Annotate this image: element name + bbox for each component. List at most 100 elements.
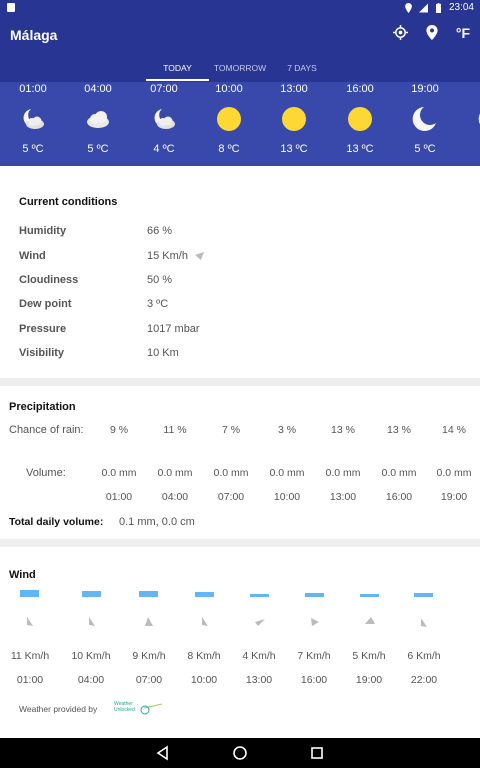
current-conditions-title: Current conditions (19, 196, 118, 208)
humidity-value: 66 % (147, 225, 173, 237)
moon-cloud-icon (154, 109, 175, 129)
wind-speed-cell: 8 Km/h (187, 650, 221, 662)
visibility-value: 10 Km (147, 347, 179, 359)
wind-speed-bar (250, 594, 269, 597)
hourly-temp: 4 ºC (153, 143, 175, 155)
volume-cell: 0.0 mm (269, 467, 305, 479)
chance-cell: 14 % (442, 424, 466, 436)
volume-cell: 0.0 mm (436, 467, 472, 479)
tab-today[interactable]: TODAY (146, 63, 209, 73)
wind-title: Wind (9, 569, 36, 581)
provider-label: Weather provided by (19, 704, 98, 714)
weather-unlocked-logo[interactable]: Weather Unlocked (114, 698, 164, 718)
hourly-temp: 5 ºC (414, 143, 436, 155)
wind-speed-cell: 11 Km/h (10, 650, 50, 662)
wind-speed-bar (20, 590, 39, 597)
hourly-time: 19:00 (411, 83, 439, 95)
wind-time-cell: 04:00 (77, 674, 105, 686)
time-cell: 04:00 (161, 491, 189, 503)
home-icon[interactable] (232, 745, 248, 761)
time-cell: 16:00 (385, 491, 413, 503)
crosshair-icon (392, 25, 408, 40)
wind-speed-cell: 4 Km/h (242, 650, 276, 662)
app-bar: Málaga °F (0, 16, 480, 60)
cloudiness-label: Cloudiness (19, 274, 79, 286)
wind-arrow-icon (145, 617, 153, 626)
wind-arrow-icon (255, 619, 265, 626)
hourly-time: 10:00 (215, 83, 243, 95)
hourly-time: 07:00 (150, 83, 178, 95)
volume-cell: 0.0 mm (101, 467, 137, 479)
hourly-time: 16:00 (346, 83, 374, 95)
wind-speed-bar (414, 593, 433, 597)
navigation-bar (0, 738, 480, 768)
hourly-temp: 8 ºC (218, 143, 240, 155)
chance-cell: 9 % (109, 424, 129, 436)
my-location-button[interactable] (392, 24, 409, 41)
wind-card: Wind 11 Km/h 10 Km/h 9 Km/h 8 Km/h 4 Km/… (0, 547, 480, 738)
wind-speed-bar (360, 594, 379, 597)
time-cell: 10:00 (273, 491, 301, 503)
battery-icon (435, 2, 441, 13)
tab-indicator (146, 79, 209, 81)
pick-location-button[interactable] (424, 24, 441, 41)
wind-arrow-icon (89, 617, 95, 626)
hourly-time: 04:00 (84, 83, 112, 95)
map-pin-icon (426, 25, 438, 40)
signal-icon (418, 3, 428, 12)
hourly-time: 01:00 (19, 83, 47, 95)
wind-arrow-icon (365, 617, 375, 624)
sun-icon (282, 107, 306, 131)
chance-of-rain-label: Chance of rain: (9, 424, 84, 436)
volume-cell: 0.0 mm (213, 467, 249, 479)
wind-arrow-icon (202, 617, 208, 626)
visibility-label: Visibility (19, 347, 65, 359)
wind-arrow-icon (27, 617, 33, 626)
tab-bar: TODAY TOMORROW 7 DAYS (0, 60, 480, 82)
volume-label: Volume: (26, 467, 66, 479)
wind-speed-bar (82, 591, 101, 597)
tab-7-days[interactable]: 7 DAYS (281, 63, 323, 73)
unit-toggle-button[interactable]: °F (456, 24, 470, 41)
wind-time-cell: 10:00 (190, 674, 218, 686)
wind-time-cell: 22:00 (410, 674, 438, 686)
tab-tomorrow[interactable]: TOMORROW (211, 63, 269, 73)
chance-cell: 3 % (277, 424, 297, 436)
time-cell: 13:00 (329, 491, 357, 503)
status-bar: 23:04 (0, 0, 480, 16)
moon-icon (412, 107, 436, 131)
chance-cell: 13 % (387, 424, 411, 436)
wind-speed-bar (195, 592, 214, 597)
wind-time-cell: 07:00 (135, 674, 163, 686)
wind-time-cell: 13:00 (245, 674, 273, 686)
time-cell: 01:00 (105, 491, 133, 503)
sun-icon (217, 107, 241, 131)
hourly-time: 13:00 (280, 83, 308, 95)
pressure-value: 1017 mbar (147, 323, 200, 335)
back-icon[interactable] (155, 745, 171, 761)
cloud-icon (87, 111, 109, 128)
volume-cell: 0.0 mm (325, 467, 361, 479)
wind-value: 15 Km/h (147, 250, 188, 262)
wind-time-cell: 19:00 (355, 674, 383, 686)
notification-icon (7, 3, 15, 12)
volume-cell: 0.0 mm (381, 467, 417, 479)
pressure-label: Pressure (19, 323, 67, 335)
humidity-label: Humidity (19, 225, 67, 237)
hourly-temp: 5 ºC (87, 143, 109, 155)
city-title: Málaga (10, 27, 58, 43)
wind-speed-cell: 10 Km/h (71, 650, 111, 662)
wind-speed-cell: 6 Km/h (407, 650, 441, 662)
cloudiness-value: 50 % (147, 274, 173, 286)
total-volume-value: 0.1 mm, 0.0 cm (119, 516, 195, 528)
hourly-forecast[interactable]: 01:00 5 ºC 04:00 5 ºC 07:00 4 ºC 10:00 8… (0, 82, 480, 166)
recents-icon[interactable] (309, 745, 325, 761)
wind-arrow-icon (421, 618, 427, 627)
sun-icon (348, 107, 372, 131)
chance-cell: 11 % (163, 424, 187, 436)
chance-cell: 13 % (331, 424, 355, 436)
precipitation-card: Precipitation Chance of rain: 9 % 11 % 7… (0, 386, 480, 539)
location-icon (405, 2, 412, 13)
status-time: 23:04 (448, 2, 474, 13)
hourly-temp: 5 ºC (22, 143, 44, 155)
